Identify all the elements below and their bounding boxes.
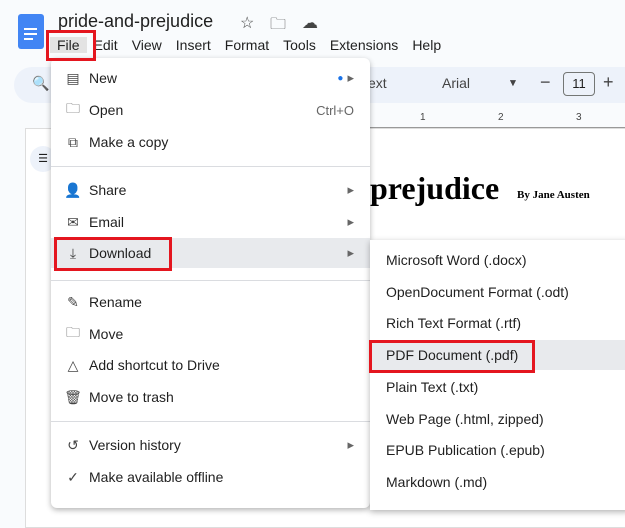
menu-item-label: Share [89, 182, 127, 198]
menu-help[interactable]: Help [405, 37, 448, 53]
menu-item-label: Make a copy [89, 134, 169, 150]
highlight-box [54, 237, 172, 271]
ruler-label: 1 [420, 112, 426, 123]
menu-insert[interactable]: Insert [169, 37, 218, 53]
download-option-label: Microsoft Word (.docx) [386, 252, 527, 268]
download-option-label: Web Page (.html, zipped) [386, 410, 544, 427]
menu-item-open[interactable]: 🗀 Open Ctrl+O [51, 95, 370, 125]
ruler[interactable]: 1 2 3 [370, 112, 625, 128]
menu-item-rename[interactable]: ✎ Rename [51, 287, 370, 317]
download-option-label: OpenDocument Format (.odt) [386, 283, 569, 300]
download-option[interactable]: Rich Text Format (.rtf) [370, 308, 625, 338]
download-option[interactable]: Plain Text (.txt) [370, 372, 625, 402]
menu-item-move-to-trash[interactable]: 🗑 Move to trash [51, 382, 370, 412]
menu-item-make-a-copy[interactable]: ⧉ Make a copy [51, 127, 370, 157]
pencil-icon: ✎ [67, 293, 79, 310]
menu-item-label: Make available offline [89, 469, 224, 485]
download-submenu: Microsoft Word (.docx) OpenDocument Forma… [370, 240, 625, 510]
menu-view[interactable]: View [125, 37, 169, 53]
font-select[interactable]: Arial [442, 75, 470, 91]
menu-item-new[interactable]: ▤ New ● ▸ [51, 63, 370, 93]
highlight-box [46, 30, 96, 61]
menu-item-version-history[interactable]: ↺ Version history ▸ [51, 430, 370, 460]
document-heading: prejudice [370, 170, 500, 206]
drive-shortcut-icon: △ [67, 356, 79, 373]
menu-extensions[interactable]: Extensions [323, 37, 405, 53]
menu-item-label: Move [89, 326, 124, 342]
download-option[interactable]: Microsoft Word (.docx) [370, 245, 625, 275]
share-icon: 👤 [64, 181, 82, 198]
menu-item-label: Version history [89, 437, 181, 453]
document-icon: ▤ [66, 69, 80, 86]
menu-item-make-available-offline[interactable]: ✓ Make available offline [51, 462, 370, 492]
menu-format[interactable]: Format [218, 37, 276, 53]
docs-logo[interactable] [18, 14, 44, 49]
divider [51, 421, 370, 422]
decrease-font-button[interactable]: − [540, 72, 551, 93]
download-option[interactable]: OpenDocument Format (.odt) [370, 277, 625, 307]
ruler-label: 3 [576, 112, 582, 123]
ruler-label: 2 [498, 112, 504, 123]
move-folder-icon[interactable]: 🗀 [270, 13, 286, 40]
menu-item-label: Email [89, 214, 125, 230]
menu-item-label: New [89, 70, 118, 86]
increase-font-button[interactable]: + [603, 72, 614, 93]
folder-icon: 🗀 [66, 100, 80, 116]
trash-icon: 🗑 [64, 388, 82, 405]
menu-item-shortcut: ▸ [347, 182, 354, 197]
cloud-saved-icon[interactable]: ☁ [302, 13, 318, 33]
file-menu: ▤ New ● ▸ 🗀 Open Ctrl+O ⧉ Make a copy 👤 Share ▸ ✉ Ema… [51, 58, 370, 508]
menu-item-shortcut: ▸ [347, 214, 354, 229]
style-select[interactable]: ext [368, 75, 387, 91]
menu-item-move[interactable]: 🗀 Move [51, 319, 370, 349]
menu-item-label: Rename [89, 294, 142, 310]
download-option[interactable]: Web Page (.html, zipped) [370, 404, 625, 434]
divider [51, 280, 370, 281]
move-folder-icon: 🗀 [66, 324, 80, 340]
menu-item-shortcut: ▸ [347, 70, 354, 85]
document-title[interactable]: pride-and-prejudice [58, 11, 213, 32]
download-option[interactable]: Markdown (.md) [370, 467, 625, 497]
menu-item-shortcut: ▸ [347, 437, 354, 452]
font-size-input[interactable]: 11 [563, 72, 595, 96]
menu-item-label: Move to trash [89, 389, 174, 405]
document-byline: By Jane Austen [517, 189, 590, 201]
menu-item-email[interactable]: ✉ Email ▸ [51, 207, 370, 237]
menu-tools[interactable]: Tools [276, 37, 323, 53]
highlight-box [369, 340, 535, 373]
menu-item-label: Open [89, 102, 124, 118]
download-option-label: EPUB Publication (.epub) [386, 442, 545, 459]
menubar: File Edit View Insert Format Tools Exten… [50, 37, 448, 53]
menu-item-shortcut: ▸ [347, 245, 354, 260]
star-icon[interactable]: ☆ [240, 13, 254, 33]
download-option[interactable]: EPUB Publication (.epub) [370, 435, 625, 465]
chevron-down-icon[interactable]: ▼ [508, 78, 518, 89]
menu-item-shortcut: Ctrl+O [316, 102, 354, 118]
download-option-label: Markdown (.md) [386, 473, 488, 490]
menu-item-share[interactable]: 👤 Share ▸ [51, 175, 370, 205]
download-option-label: Plain Text (.txt) [386, 378, 479, 395]
history-icon: ↺ [67, 436, 79, 453]
divider [51, 166, 370, 167]
search-icon[interactable]: 🔍 [32, 75, 49, 92]
email-icon: ✉ [67, 213, 79, 230]
offline-icon: ✓ [67, 468, 79, 485]
menu-item-label: Add shortcut to Drive [89, 357, 220, 373]
copy-icon: ⧉ [68, 133, 78, 150]
download-option-label: Rich Text Format (.rtf) [386, 315, 522, 332]
new-dot-icon: ● [337, 72, 344, 84]
menu-item-add-shortcut-to-drive[interactable]: △ Add shortcut to Drive [51, 350, 370, 380]
